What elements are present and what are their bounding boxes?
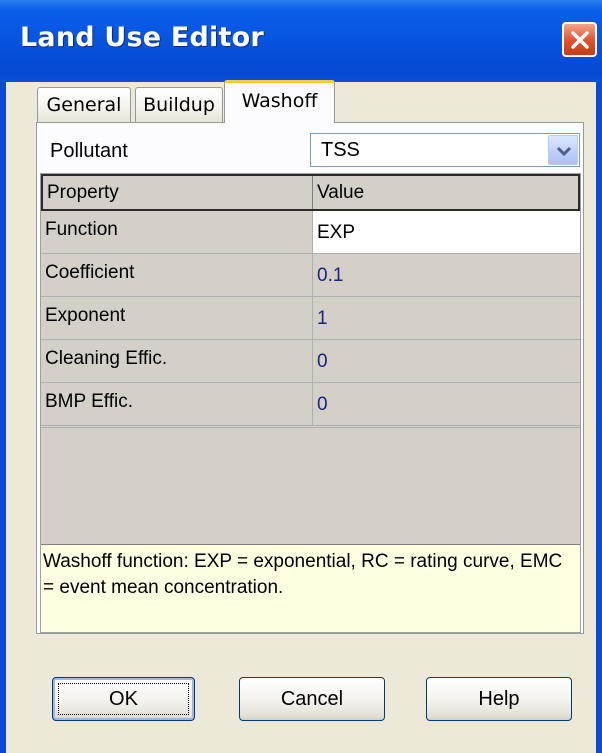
close-button[interactable]: [562, 22, 597, 57]
value-column-header: Value: [312, 176, 578, 209]
exponent-value-field[interactable]: 1: [312, 297, 580, 339]
grid-empty-area: [41, 427, 580, 545]
property-hint-panel: Washoff function: EXP = exponential, RC …: [41, 544, 580, 632]
property-name: Exponent: [41, 297, 312, 339]
close-icon: [571, 31, 589, 49]
pollutant-selected-value: TSS: [321, 139, 360, 161]
bmp-effic-value-field[interactable]: 0: [312, 383, 580, 425]
grid-row-bmp-effic[interactable]: BMP Effic. 0: [41, 383, 580, 426]
property-name: Cleaning Effic.: [41, 340, 312, 382]
pollutant-dropdown[interactable]: TSS: [310, 133, 580, 167]
property-grid: Property Value Function EXP Coefficient …: [40, 173, 581, 633]
grid-header: Property Value: [41, 174, 580, 211]
title-bar[interactable]: Land Use Editor: [0, 0, 602, 82]
land-use-editor-window: Land Use Editor General Buildup Washoff …: [0, 0, 602, 753]
cleaning-effic-value-field[interactable]: 0: [312, 340, 580, 382]
property-name: Coefficient: [41, 254, 312, 296]
help-button[interactable]: Help: [426, 677, 572, 721]
help-button-label: Help: [478, 688, 520, 710]
cancel-button[interactable]: Cancel: [239, 677, 385, 721]
tab-buildup[interactable]: Buildup: [135, 87, 223, 123]
tab-washoff-label: Washoff: [241, 90, 318, 112]
tab-washoff[interactable]: Washoff: [224, 80, 335, 123]
window-title: Land Use Editor: [20, 22, 264, 53]
ok-button[interactable]: OK: [52, 677, 195, 721]
function-value-field[interactable]: EXP: [312, 211, 580, 253]
dropdown-arrow-button[interactable]: [548, 135, 578, 165]
grid-row-exponent[interactable]: Exponent 1: [41, 297, 580, 340]
grid-row-cleaning-effic[interactable]: Cleaning Effic. 0: [41, 340, 580, 383]
property-column-header: Property: [47, 182, 119, 203]
ok-button-label: OK: [109, 688, 138, 710]
cancel-button-label: Cancel: [280, 688, 344, 710]
coefficient-value-field[interactable]: 0.1: [312, 254, 580, 296]
tab-buildup-label: Buildup: [143, 94, 215, 116]
hint-text: Washoff function: EXP = exponential, RC …: [43, 551, 563, 598]
tab-general-label: General: [46, 94, 122, 116]
pollutant-label: Pollutant: [50, 140, 128, 162]
property-name: Function: [41, 211, 312, 253]
property-name: BMP Effic.: [41, 383, 312, 425]
chevron-down-icon: [556, 146, 572, 157]
grid-row-coefficient[interactable]: Coefficient 0.1: [41, 254, 580, 297]
tab-general[interactable]: General: [37, 87, 131, 123]
grid-row-function[interactable]: Function EXP: [41, 211, 580, 254]
